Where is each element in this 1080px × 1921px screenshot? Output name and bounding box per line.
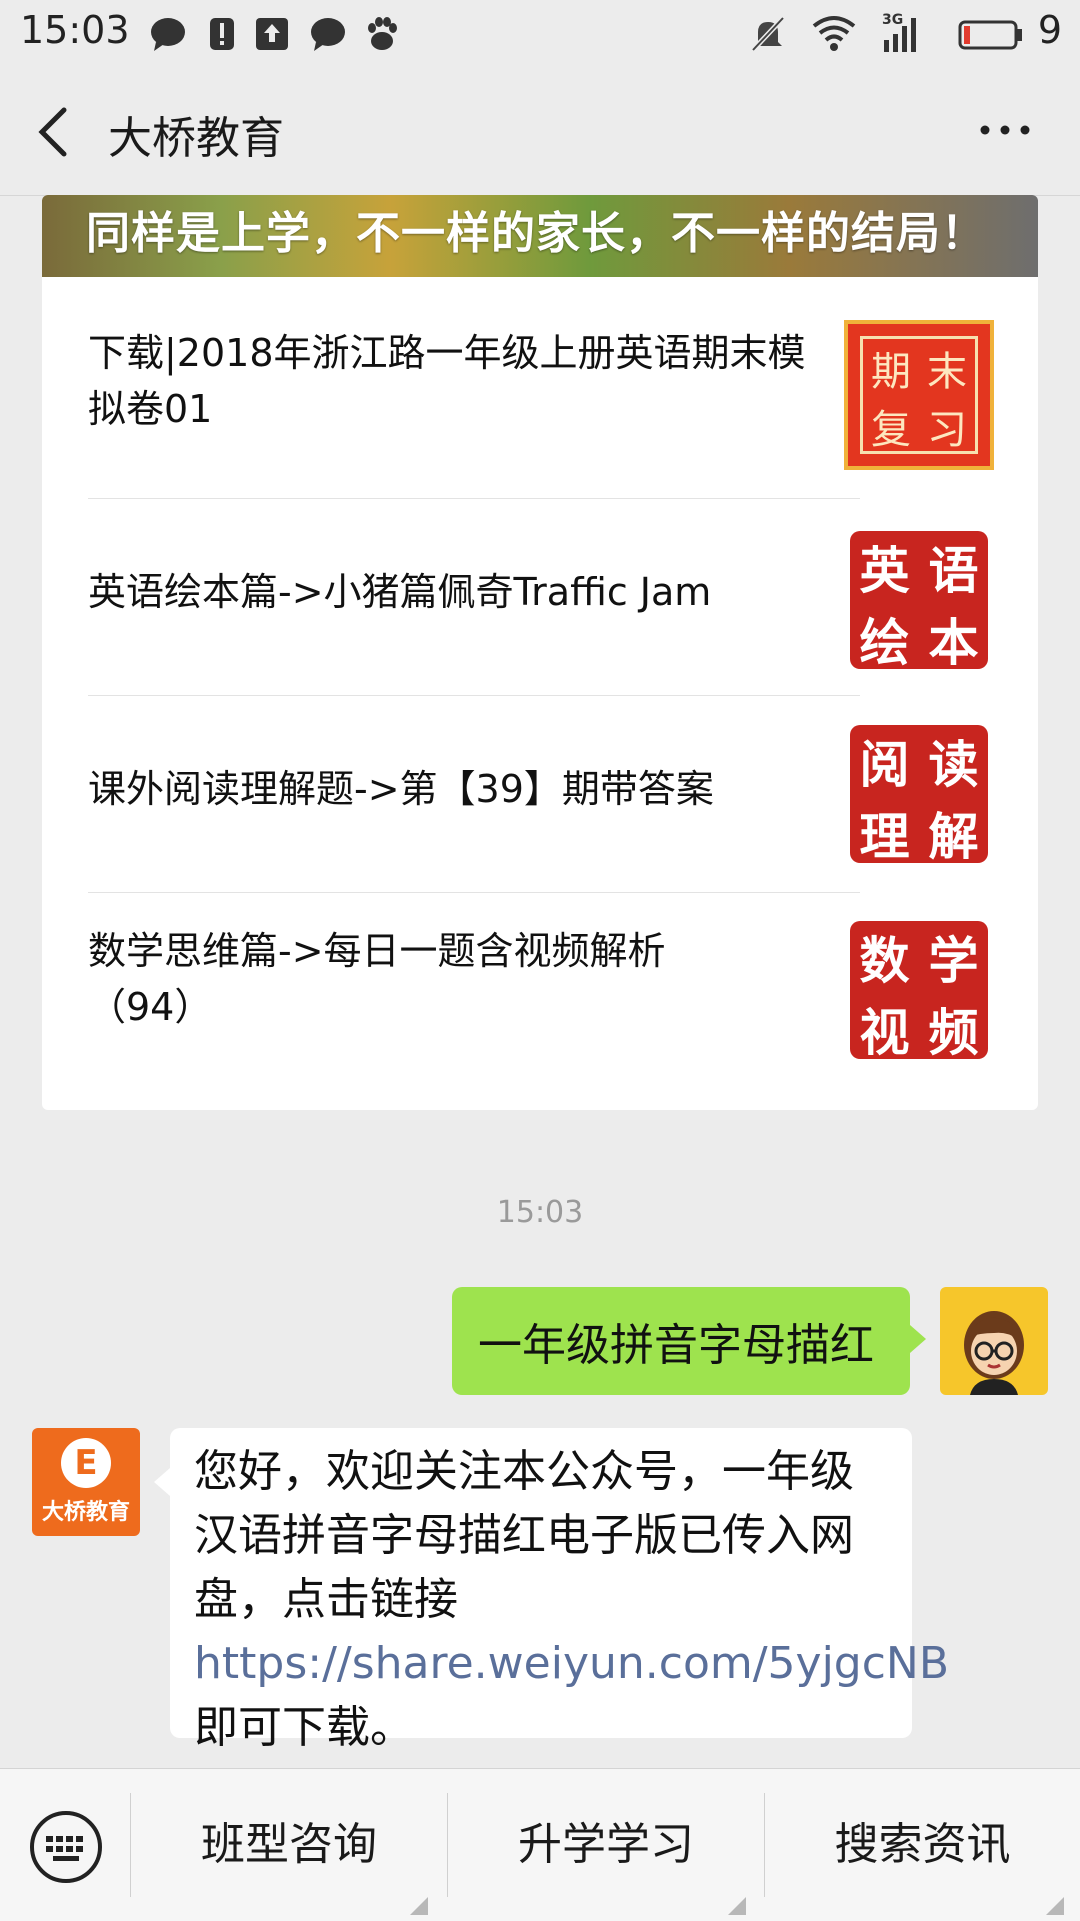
user-message-bubble[interactable]: 一年级拼音字母描红	[452, 1287, 926, 1395]
reply-message-text: 您好，欢迎关注本公众号，一年级汉语拼音字母描红电子版已传入网盘，点击链接 http…	[194, 1440, 949, 1760]
baidu-paw-icon	[368, 17, 397, 50]
thumbnail-stamp: 英 语 绘 本	[844, 525, 994, 675]
article-title: 英语绘本篇->小猪篇佩奇Traffic Jam	[88, 570, 712, 614]
article-banner[interactable]: 同样是上学，不一样的家长，不一样的结局！	[42, 195, 1038, 277]
reply-message-bubble[interactable]: 您好，欢迎关注本公众号，一年级汉语拼音字母描红电子版已传入网盘，点击链接 http…	[154, 1428, 949, 1753]
thumb-char: 解	[928, 807, 979, 866]
article-item[interactable]: 课外阅读理解题->第【39】期带答案 阅 读 理 解	[42, 696, 1038, 892]
thumb-char: 语	[928, 541, 979, 600]
signal-icon	[884, 18, 916, 52]
thumbnail-final-review: 期 末 复 习	[844, 320, 994, 470]
thumb-char: 理	[859, 807, 910, 866]
mute-bell-icon	[751, 16, 785, 52]
user-avatar[interactable]	[940, 1287, 1048, 1395]
chevron-left-icon[interactable]	[30, 102, 80, 162]
thumb-char: 期	[871, 349, 911, 395]
thumbnail-stamp: 数 学 视 频	[844, 915, 994, 1065]
reply-text-tail: 即可下载。	[194, 1702, 414, 1753]
chat-timestamp: 15:03	[496, 1195, 584, 1230]
article-item[interactable]: 英语绘本篇->小猪篇佩奇Traffic Jam 英 语 绘 本	[42, 499, 1038, 695]
status-time: 15:03	[20, 8, 130, 52]
thumb-char: 复	[871, 407, 911, 453]
chat-bubble-icon	[151, 18, 185, 51]
menu-item-study[interactable]: 升学学习	[448, 1769, 764, 1921]
article-item[interactable]: 下载|2018年浙江路一年级上册英语期末模拟卷01 期 末 复 习	[42, 277, 1038, 492]
bottom-menu-bar: 班型咨询 升学学习 搜索资讯	[0, 1768, 1080, 1921]
article-title: 数学思维篇->每日一题含视频解析（94）	[88, 929, 666, 1029]
user-message-text: 一年级拼音字母描红	[478, 1320, 874, 1371]
thumb-char: 英	[859, 541, 910, 600]
article-title: 课外阅读理解题->第【39】期带答案	[88, 767, 714, 811]
submenu-indicator-icon	[728, 1897, 746, 1915]
thumb-char: 末	[927, 349, 967, 395]
article-card[interactable]: 同样是上学，不一样的家长，不一样的结局！ 下载|2018年浙江路一年级上册英语期…	[42, 195, 1038, 1110]
brand-logo-text: 大桥教育	[41, 1499, 130, 1525]
user-avatar-icon	[964, 1311, 1024, 1395]
thumb-char: 数	[859, 931, 910, 990]
more-dots-icon[interactable]	[975, 115, 1035, 145]
upload-icon	[256, 18, 288, 50]
page-title: 大桥教育	[108, 113, 284, 164]
keyboard-icon[interactable]	[28, 1809, 104, 1885]
menu-item-class-consult[interactable]: 班型咨询	[131, 1769, 447, 1921]
thumb-char: 本	[928, 613, 979, 672]
battery-icon	[958, 20, 1022, 50]
thumb-char: 学	[928, 931, 979, 990]
thumb-char: 频	[928, 1003, 979, 1062]
article-title: 下载|2018年浙江路一年级上册英语期末模拟卷01	[88, 331, 806, 431]
reply-text: 您好，欢迎关注本公众号，一年级汉语拼音字母描红电子版已传入网盘，点击链接	[194, 1446, 854, 1625]
nav-bar: 大桥教育	[0, 70, 1080, 196]
thumb-char: 阅	[859, 735, 910, 794]
article-item[interactable]: 数学思维篇->每日一题含视频解析（94） 数 学 视 频	[42, 893, 1038, 1110]
thumb-char: 习	[927, 407, 967, 453]
reply-link[interactable]: https://share.weiyun.com/5yjgcNB	[194, 1638, 949, 1689]
chat-bubble-icon	[311, 18, 345, 51]
submenu-indicator-icon	[1046, 1897, 1064, 1915]
brand-logo-letter: E	[61, 1438, 111, 1488]
alert-icon	[210, 18, 234, 50]
thumbnail-stamp: 阅 读 理 解	[844, 719, 994, 869]
wifi-icon	[812, 16, 856, 51]
menu-item-search-news[interactable]: 搜索资讯	[765, 1769, 1080, 1921]
brand-avatar[interactable]: E 大桥教育	[32, 1428, 140, 1536]
banner-text: 同样是上学，不一样的家长，不一样的结局！	[86, 208, 986, 259]
thumb-char: 读	[928, 735, 979, 794]
status-bar: 15:03 3G 9	[0, 0, 1080, 70]
battery-level: 9	[1037, 8, 1062, 52]
submenu-indicator-icon	[410, 1897, 428, 1915]
thumb-char: 绘	[859, 613, 910, 672]
thumb-char: 视	[859, 1003, 910, 1062]
